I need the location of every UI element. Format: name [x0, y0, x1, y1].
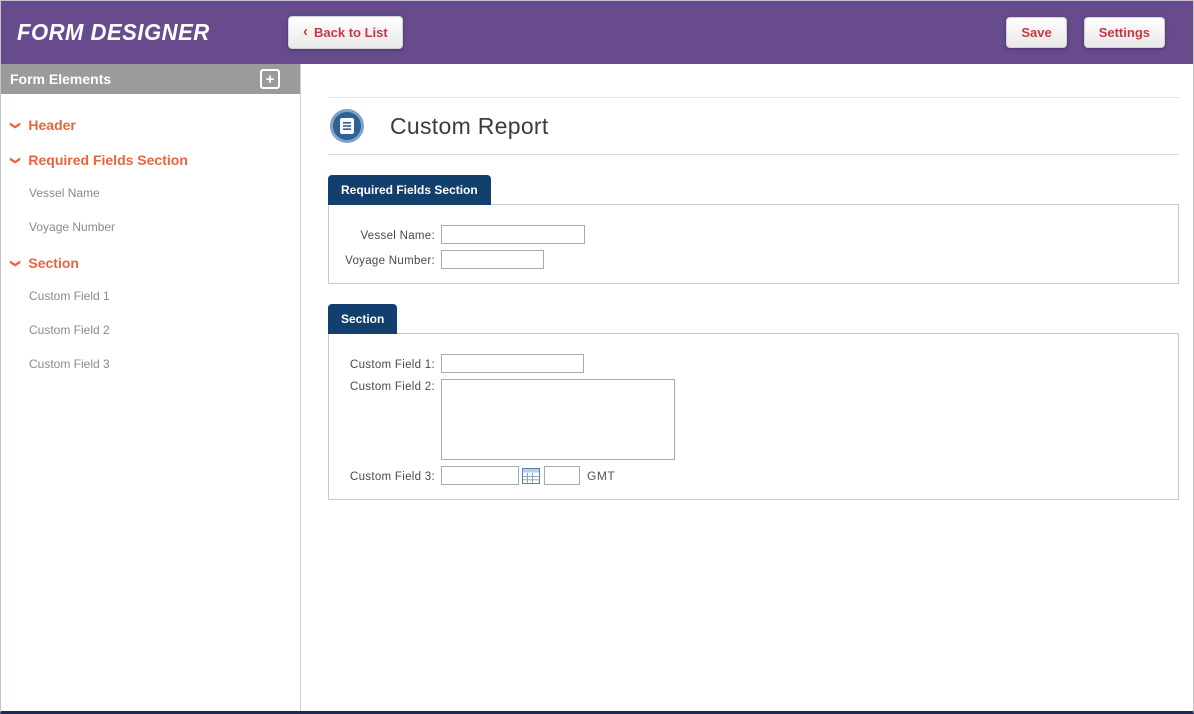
section-required-fields: Required Fields Section Vessel Name: Voy…: [328, 175, 1179, 284]
element-tree: ❯ Header ❯ Required Fields Section Vesse…: [1, 94, 300, 381]
chevron-down-icon: ❯: [10, 121, 21, 129]
sidebar-header: Form Elements +: [1, 64, 300, 94]
tab-required-fields-section[interactable]: Required Fields Section: [328, 175, 491, 205]
field-row-custom-field-3: Custom Field 3:: [339, 466, 1168, 485]
app-window: FORM DESIGNER ‹ Back to List Save Settin…: [0, 0, 1194, 714]
gmt-label: GMT: [587, 469, 615, 483]
save-button[interactable]: Save: [1006, 17, 1066, 48]
field-row-vessel-name: Vessel Name:: [339, 225, 1168, 244]
custom-section-box: Custom Field 1: Custom Field 2: Custom F…: [328, 333, 1179, 500]
custom-field-1-input[interactable]: [441, 354, 584, 373]
voyage-number-label: Voyage Number:: [339, 253, 435, 267]
custom-field-2-label: Custom Field 2:: [339, 379, 435, 393]
field-row-custom-field-1: Custom Field 1:: [339, 354, 1168, 373]
tab-section[interactable]: Section: [328, 304, 397, 334]
custom-field-3-label: Custom Field 3:: [339, 469, 435, 483]
back-to-list-label: Back to List: [314, 26, 388, 39]
field-row-custom-field-2: Custom Field 2:: [339, 379, 1168, 460]
tree-item-header[interactable]: ❯ Header: [1, 109, 300, 141]
top-bar: FORM DESIGNER ‹ Back to List Save Settin…: [1, 1, 1193, 64]
tree-group-label: Header: [28, 117, 75, 133]
top-bar-actions: Save Settings: [1006, 17, 1193, 48]
report-document-icon: [330, 109, 364, 143]
tree-group-label: Required Fields Section: [28, 152, 187, 168]
custom-field-1-label: Custom Field 1:: [339, 357, 435, 371]
settings-button[interactable]: Settings: [1084, 17, 1165, 48]
report-title-block: Custom Report: [328, 97, 1179, 155]
required-fields-box: Vessel Name: Voyage Number:: [328, 204, 1179, 284]
form-elements-sidebar: Form Elements + ❯ Header ❯ Required Fiel…: [1, 64, 301, 711]
tree-group-section: ❯ Section Custom Field 1 Custom Field 2 …: [1, 247, 300, 381]
chevron-down-icon: ❯: [10, 156, 21, 164]
add-element-button[interactable]: +: [260, 69, 280, 89]
tree-group-label: Section: [28, 255, 79, 271]
vessel-name-label: Vessel Name:: [339, 228, 435, 242]
tree-item-custom-field-3[interactable]: Custom Field 3: [1, 347, 300, 381]
tree-item-required-fields-section[interactable]: ❯ Required Fields Section: [1, 144, 300, 176]
tree-item-section[interactable]: ❯ Section: [1, 247, 300, 279]
section-custom: Section Custom Field 1: Custom Field 2: …: [328, 304, 1179, 500]
calendar-icon[interactable]: [522, 468, 540, 484]
tree-item-voyage-number[interactable]: Voyage Number: [1, 210, 300, 244]
voyage-number-input[interactable]: [441, 250, 544, 269]
logo-area: FORM DESIGNER: [1, 19, 288, 46]
custom-field-2-textarea[interactable]: [441, 379, 675, 460]
chevron-left-icon: ‹: [303, 24, 308, 39]
tree-item-custom-field-2[interactable]: Custom Field 2: [1, 313, 300, 347]
field-row-voyage-number: Voyage Number:: [339, 250, 1168, 269]
form-preview-area: Custom Report Required Fields Section Ve…: [301, 64, 1193, 711]
tree-item-custom-field-1[interactable]: Custom Field 1: [1, 279, 300, 313]
tree-group-required-fields: ❯ Required Fields Section Vessel Name Vo…: [1, 144, 300, 244]
chevron-down-icon: ❯: [10, 259, 21, 267]
sidebar-title: Form Elements: [10, 71, 111, 87]
custom-field-3-date-input[interactable]: [441, 466, 519, 485]
back-to-list-button[interactable]: ‹ Back to List: [288, 16, 403, 49]
tree-item-vessel-name[interactable]: Vessel Name: [1, 176, 300, 210]
vessel-name-input[interactable]: [441, 225, 585, 244]
app-logo: FORM DESIGNER: [17, 19, 277, 46]
tree-group-header: ❯ Header: [1, 109, 300, 141]
custom-field-3-time-input[interactable]: [544, 466, 580, 485]
page-title: Custom Report: [390, 113, 549, 140]
document-icon: [339, 117, 355, 135]
